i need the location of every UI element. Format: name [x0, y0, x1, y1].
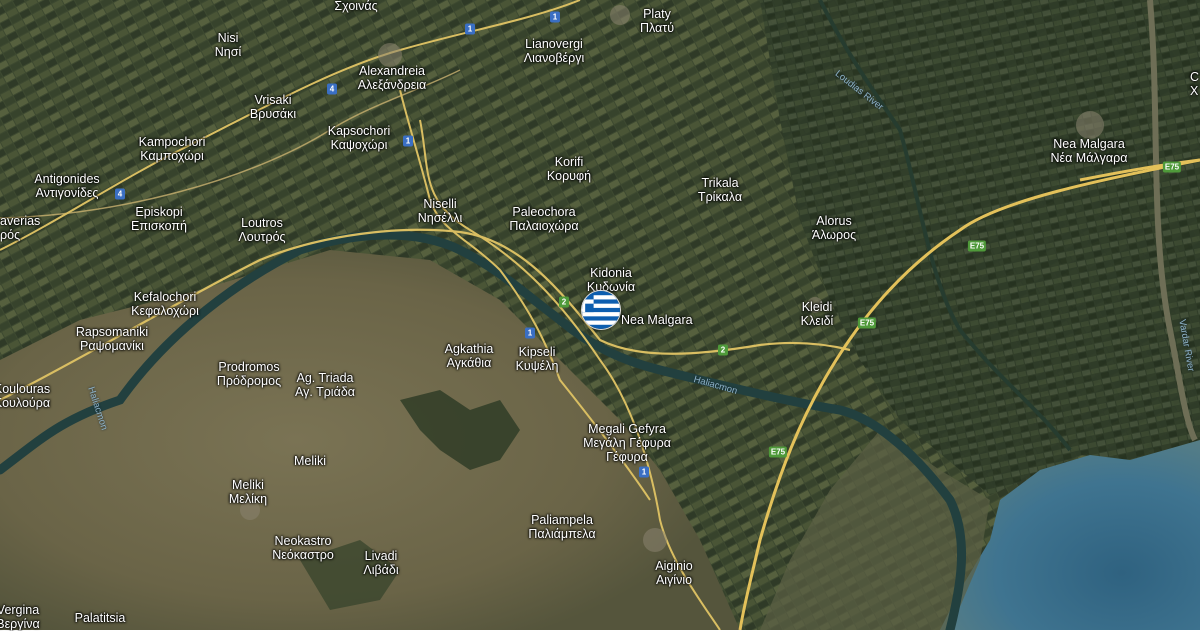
place-label[interactable]: Nea Malgara Νέα Μάλγαρα [1050, 137, 1127, 165]
place-label[interactable]: Livadi Λιβάδι [363, 549, 398, 577]
place-label[interactable]: Kapsochori Καψοχώρι [328, 124, 391, 152]
place-label[interactable]: Kefalochori Κεφαλοχώρι [131, 290, 199, 318]
place-label[interactable]: Vrisaki Βρυσάκι [250, 93, 296, 121]
road-shield: E75 [1162, 161, 1182, 173]
place-label[interactable]: Loutros Λουτρός [238, 216, 285, 244]
place-label[interactable]: Platy Πλατύ [640, 7, 674, 35]
road-shield: 2 [718, 344, 728, 356]
place-label[interactable]: averias ρός [0, 214, 40, 242]
place-label[interactable]: Agkathia Αγκάθια [445, 342, 494, 370]
road-shield: 4 [115, 188, 125, 200]
place-label[interactable]: Episkopi Επισκοπή [131, 205, 187, 233]
place-label[interactable]: Kidonia Κυδωνία [587, 266, 635, 294]
greece-flag-icon [582, 291, 620, 329]
road-shield: 1 [465, 23, 475, 35]
place-label[interactable]: Kleidi Κλειδί [801, 300, 834, 328]
road-shield: 1 [550, 11, 560, 23]
place-label[interactable]: Korifi Κορυφή [547, 155, 591, 183]
place-label[interactable]: Neokastro Νεόκαστρο [272, 534, 334, 562]
location-marker[interactable] [581, 290, 621, 330]
place-label[interactable]: Aiginio Αιγίνιο [655, 559, 693, 587]
place-label[interactable]: CΧ [1190, 70, 1199, 98]
place-label[interactable]: Paleochora Παλαιοχώρα [509, 205, 578, 233]
place-label[interactable]: Alorus Άλωρος [812, 214, 856, 242]
place-label[interactable]: Vergina Βεργίνα [0, 603, 40, 631]
place-label[interactable]: KoulourasΚουλούρα [0, 382, 50, 410]
place-label[interactable]: Kampochori Καμποχώρι [139, 135, 206, 163]
place-label[interactable]: Lianovergi Λιανοβέργι [524, 37, 584, 65]
place-label[interactable]: Rapsomaniki Ραψομανίκι [76, 325, 148, 353]
place-label[interactable]: Antigonides Αντιγονίδες [34, 172, 99, 200]
place-label[interactable]: Nisi Νησί [215, 31, 241, 59]
place-label[interactable]: Meliki Μελίκη [229, 478, 267, 506]
road-shield: 2 [559, 296, 569, 308]
road-shield: 4 [327, 83, 337, 95]
marker-label[interactable]: Nea Malgara [621, 313, 693, 327]
place-label[interactable]: Trikala Τρίκαλα [698, 176, 742, 204]
road-shield: 1 [639, 466, 649, 478]
place-label[interactable]: Meliki [294, 454, 326, 468]
place-label[interactable]: Niselli Νησέλλι [418, 197, 463, 225]
road-shield: E75 [967, 240, 987, 252]
road-shield: E75 [768, 446, 788, 458]
place-label[interactable]: Megali Gefyra Μεγάλη Γέφυρα Γέφυρα [583, 422, 671, 464]
place-label[interactable]: Palatitsia [75, 611, 126, 625]
place-label[interactable]: Alexandreia Αλεξάνδρεια [358, 64, 427, 92]
place-label[interactable]: Kipseli Κυψέλη [516, 345, 559, 373]
place-label[interactable]: Ag. Triada Αγ. Τριάδα [295, 371, 355, 399]
road-shield: 1 [403, 135, 413, 147]
road-shield: E75 [857, 317, 877, 329]
place-label[interactable]: Paliampela Παλιάμπελα [528, 513, 595, 541]
road-shield: 1 [525, 327, 535, 339]
place-label[interactable]: Σχοινάς [334, 0, 377, 13]
place-label[interactable]: Prodromos Πρόδρομος [217, 360, 281, 388]
